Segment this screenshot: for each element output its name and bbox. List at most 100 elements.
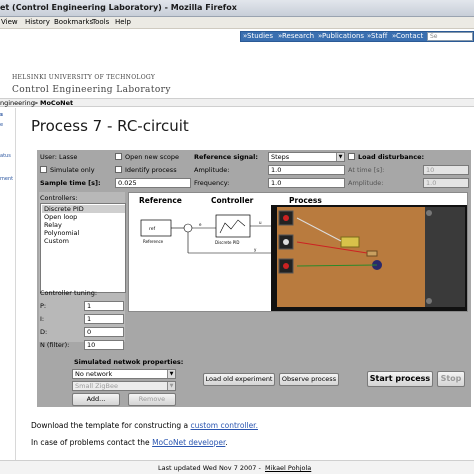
chevron-down-icon: ▼	[336, 153, 344, 161]
controller-item-polynomial[interactable]: Polynomial	[42, 229, 125, 237]
menu-history[interactable]: History	[25, 18, 50, 26]
nav-staff[interactable]: Staff	[371, 32, 387, 40]
at-time-input[interactable]: 10	[423, 165, 469, 175]
controller-item-custom[interactable]: Custom	[42, 237, 125, 245]
sidebar-item-experiment[interactable]: ment	[0, 176, 13, 182]
user-label: User: Lasse	[40, 153, 78, 161]
screw	[426, 210, 432, 216]
reference-signal-value: Steps	[271, 153, 290, 161]
sidebar-item[interactable]: s	[0, 112, 3, 118]
sum-junction	[183, 223, 193, 233]
menu-bar: View History Bookmarks Tools Help	[0, 17, 474, 29]
remove-network-button[interactable]: Remove	[128, 393, 176, 406]
tuning-i-label: I:	[40, 315, 45, 323]
site-navigation: » Studies » Research » Publications » St…	[240, 31, 474, 42]
e-signal-label: e	[199, 222, 202, 227]
tuning-n-input[interactable]: 10	[84, 340, 124, 350]
nav-contact[interactable]: Contact	[396, 32, 423, 40]
start-process-button[interactable]: Start process	[367, 371, 433, 387]
process-title: Process	[289, 196, 322, 205]
block-diagram-svg: Reference Controller Process ref Referen…	[139, 196, 467, 311]
tuning-d-label: D:	[40, 328, 48, 336]
amplitude-label: Amplitude:	[194, 166, 230, 174]
sample-time-input[interactable]: 0.025	[115, 178, 191, 188]
controller-item-relay[interactable]: Relay	[42, 221, 125, 229]
author-link[interactable]: Mikael Pohjola	[265, 464, 311, 472]
reference-signal-select[interactable]: Steps ▼	[268, 152, 345, 162]
university-name: HELSINKI UNIVERSITY OF TECHNOLOGY	[12, 74, 156, 81]
screw	[426, 298, 432, 304]
window-title: et (Control Engineering Laboratory) - Mo…	[0, 3, 237, 12]
network-option-list[interactable]: Small ZigBee ▼	[72, 381, 176, 391]
chevron-down-icon: ▼	[167, 370, 175, 378]
controller-item-discrete-pid[interactable]: Discrete PID	[42, 205, 125, 213]
lab-name: Control Engineering Laboratory	[12, 85, 171, 95]
controllers-list[interactable]: Discrete PID Open loop Relay Polynomial …	[40, 203, 126, 293]
last-updated-bar: Last updated Wed Nov 7 2007 - Mikael Poh…	[0, 460, 474, 474]
nav-studies[interactable]: Studies	[247, 32, 273, 40]
terminal-red	[283, 215, 289, 221]
amplitude-input[interactable]: 1.0	[268, 165, 345, 175]
contact-prefix: In case of problems contact the	[31, 438, 153, 447]
terminal-red	[283, 263, 289, 269]
template-download-text: Download the template for constructing a…	[31, 421, 258, 430]
ref-block-label: ref	[149, 226, 156, 232]
frequency-label: Frequency:	[194, 179, 230, 187]
identify-process-checkbox[interactable]	[115, 166, 122, 173]
observe-process-button[interactable]: Observe process	[279, 373, 339, 386]
breadcrumb: ngineering > MoCoNet	[0, 98, 474, 107]
moconet-developer-link[interactable]: MoCoNet developer	[152, 438, 225, 447]
menu-bookmarks[interactable]: Bookmarks	[54, 18, 93, 26]
custom-controller-link[interactable]: custom controller.	[190, 421, 257, 430]
search-input[interactable]: Se	[427, 32, 473, 41]
tuning-n-label: N (filter):	[40, 341, 70, 349]
load-amplitude-input[interactable]: 1.0	[423, 178, 469, 188]
menu-tools[interactable]: Tools	[92, 18, 109, 26]
block-diagram: Reference Controller Process ref Referen…	[128, 192, 468, 312]
sidebar-item[interactable]: e	[0, 122, 3, 128]
tuning-i-input[interactable]: 1	[84, 314, 124, 324]
identify-process-label: Identify process	[125, 166, 177, 174]
nav-publications[interactable]: Publications	[322, 32, 364, 40]
rc-circuit-photo	[271, 205, 467, 311]
breadcrumb-parent[interactable]: ngineering	[0, 99, 35, 107]
load-old-experiment-button[interactable]: Load old experiment	[203, 373, 275, 386]
contact-suffix: .	[225, 438, 228, 447]
tuning-d-input[interactable]: 0	[84, 327, 124, 337]
tuning-p-input[interactable]: 1	[84, 301, 124, 311]
frequency-input[interactable]: 1.0	[268, 178, 345, 188]
nav-research[interactable]: Research	[282, 32, 314, 40]
sidebar-item-status[interactable]: atus	[0, 153, 11, 159]
sample-time-label: Sample time [s]:	[40, 179, 101, 187]
network-value: No network	[75, 370, 113, 378]
open-new-scope-label: Open new scope	[125, 153, 179, 161]
last-updated-text: Last updated Wed Nov 7 2007 -	[158, 464, 261, 472]
network-select[interactable]: No network ▼	[72, 369, 176, 379]
control-panel: User: Lasse Open new scope Reference sig…	[37, 150, 471, 407]
simulate-only-checkbox[interactable]	[40, 166, 47, 173]
open-new-scope-checkbox[interactable]	[115, 153, 122, 160]
reference-signal-label: Reference signal:	[194, 153, 259, 161]
page-title: Process 7 - RC-circuit	[31, 117, 189, 135]
controller-item-open-loop[interactable]: Open loop	[42, 213, 125, 221]
y-signal-label: y	[254, 247, 257, 252]
menu-view[interactable]: View	[1, 18, 18, 26]
reference-caption: Reference	[143, 239, 164, 244]
terminal-white	[283, 239, 289, 245]
at-time-label: At time [s]:	[348, 166, 385, 174]
menu-help[interactable]: Help	[115, 18, 131, 26]
network-properties-label: Simulated netwok properties:	[74, 358, 184, 366]
add-network-button[interactable]: Add...	[72, 393, 120, 406]
controller-title: Controller	[211, 196, 254, 205]
load-disturbance-label: Load disturbance:	[358, 153, 425, 161]
stop-button[interactable]: Stop	[437, 371, 465, 387]
reference-title: Reference	[139, 196, 182, 205]
capacitor	[340, 236, 360, 248]
breadcrumb-separator: >	[33, 99, 39, 107]
window-titlebar: et (Control Engineering Laboratory) - Mo…	[0, 0, 474, 17]
enclosure-side	[425, 207, 465, 307]
tuning-p-label: P:	[40, 302, 47, 310]
controller-tuning-label: Controller tuning:	[40, 289, 98, 297]
load-disturbance-checkbox[interactable]	[348, 153, 355, 160]
circuit-board	[277, 207, 427, 307]
